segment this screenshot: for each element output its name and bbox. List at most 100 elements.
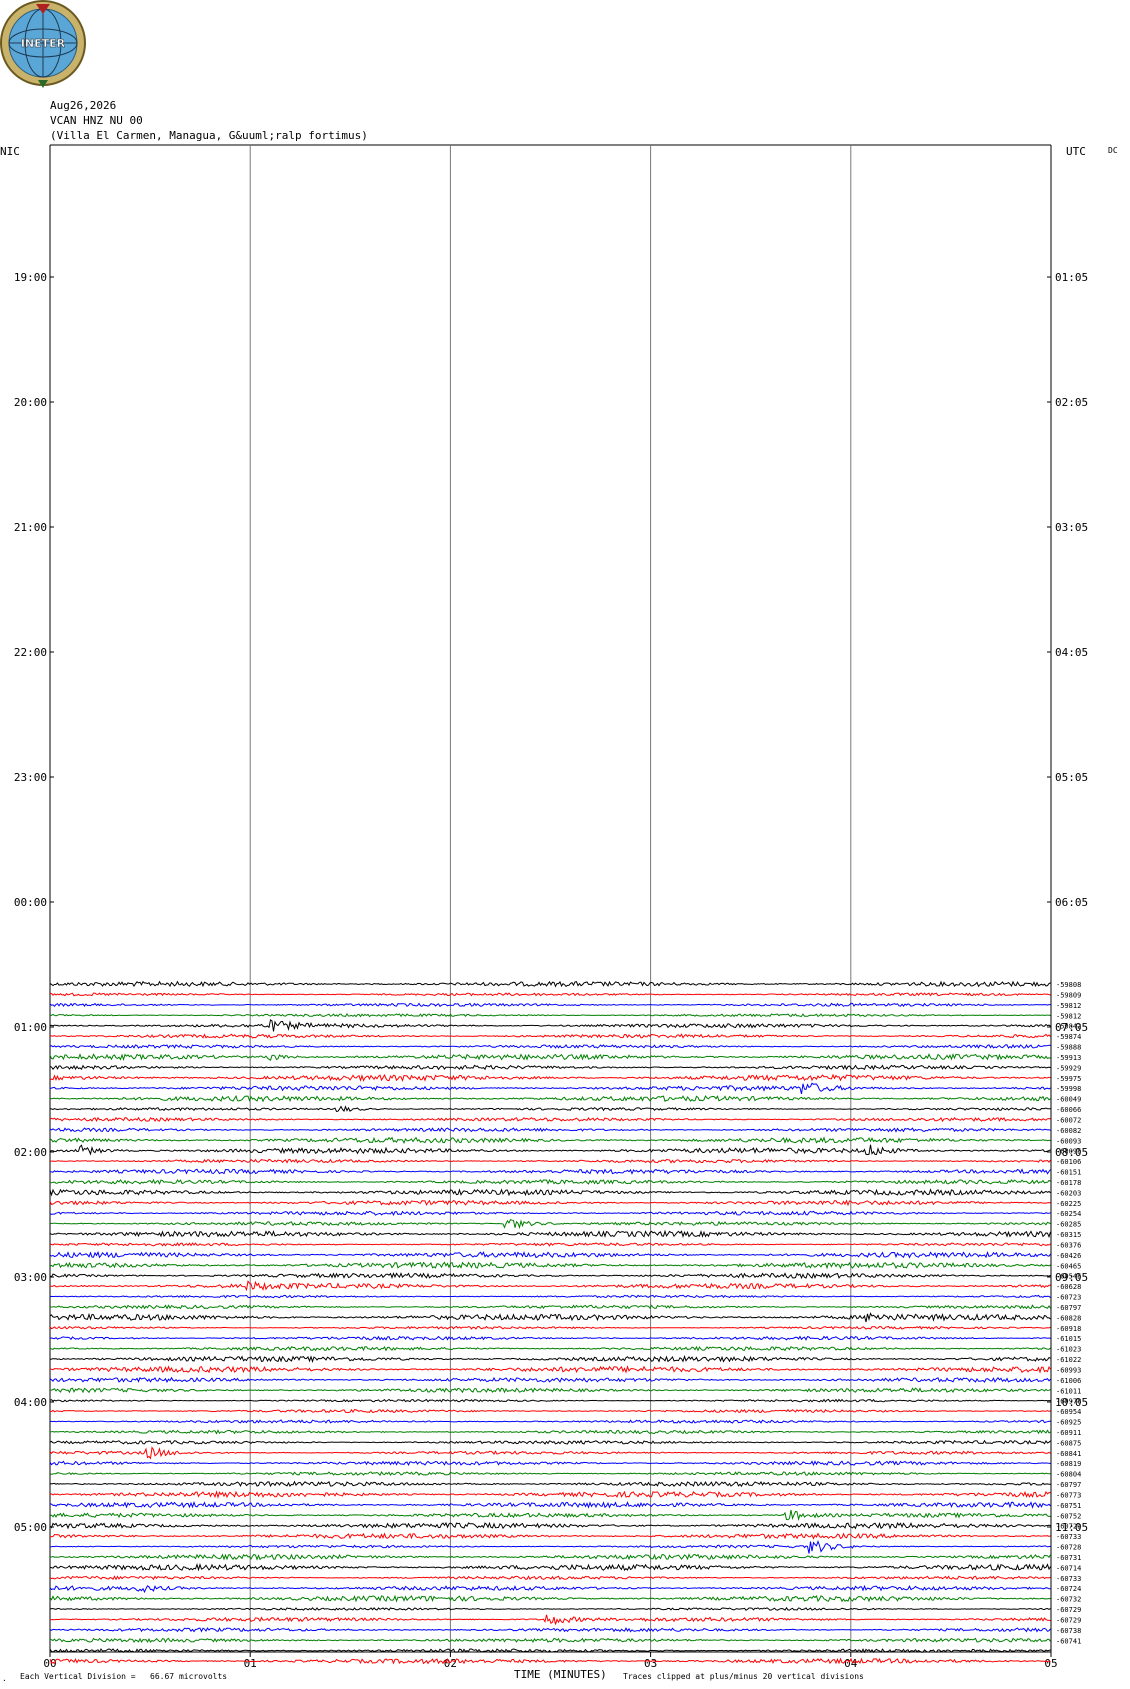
- trace-line: [49, 1261, 1051, 1270]
- trace-line: [49, 1594, 1051, 1603]
- trace-line: [49, 1210, 1051, 1217]
- trace-line: [49, 1019, 1051, 1032]
- left-time-label: 01:00: [14, 1021, 47, 1034]
- trace-dc-offset: -59888: [1056, 1044, 1081, 1052]
- trace-dc-offset: -60993: [1056, 1366, 1081, 1374]
- trace-dc-offset: -60151: [1056, 1169, 1081, 1177]
- trace-dc-offset: -60741: [1056, 1637, 1081, 1645]
- trace-dc-offset: -59975: [1056, 1075, 1081, 1083]
- trace-line: [49, 1158, 1051, 1164]
- trace-line: [49, 1127, 1051, 1133]
- right-time-label: 03:05: [1055, 521, 1088, 534]
- right-time-label: 02:05: [1055, 396, 1088, 409]
- trace-line: [49, 1657, 1051, 1665]
- corner-mark: ·: [2, 1676, 7, 1685]
- trace-line: [49, 1429, 1051, 1435]
- trace-line: [49, 1501, 1051, 1509]
- trace-line: [49, 1575, 1051, 1581]
- trace-line: [49, 1521, 1051, 1530]
- trace-line: [49, 1280, 1051, 1292]
- trace-line: [49, 1540, 1051, 1554]
- trace-dc-offset: -59913: [1056, 1054, 1081, 1062]
- trace-line: [49, 1446, 1051, 1460]
- trace-line: [49, 1325, 1051, 1330]
- left-time-label: 00:00: [14, 896, 47, 909]
- trace-dc-offset: -60628: [1056, 1283, 1081, 1291]
- right-time-label: 06:05: [1055, 896, 1088, 909]
- trace-line: [49, 1272, 1051, 1280]
- x-tick-label: 05: [1044, 1657, 1057, 1670]
- right-time-label: 05:05: [1055, 771, 1088, 784]
- trace-dc-offset: -61023: [1056, 1346, 1081, 1354]
- trace-dc-offset: -60049: [1056, 1096, 1081, 1104]
- trace-dc-offset: -61006: [1056, 1377, 1081, 1385]
- trace-dc-offset: -60729: [1056, 1616, 1081, 1624]
- right-time-label: 01:05: [1055, 271, 1088, 284]
- trace-line: [49, 1250, 1051, 1259]
- trace-dc-offset: -60426: [1056, 1252, 1081, 1260]
- clip-note: Traces clipped at plus/minus 20 vertical…: [623, 1672, 864, 1681]
- trace-line: [49, 992, 1051, 997]
- seismogram-plot: 00 01 02 03 04 0519:0020:0021:0022:0023:0000:…: [14, 144, 1088, 1670]
- trace-line: [49, 1033, 1051, 1039]
- trace-dc-offset: -59808: [1056, 981, 1081, 989]
- trace-dc-offset: -60729: [1056, 1523, 1081, 1531]
- trace-dc-offset: -59998: [1056, 1085, 1081, 1093]
- trace-dc-offset: -61022: [1056, 1356, 1081, 1364]
- trace-line: [49, 1354, 1051, 1363]
- trace-line: [49, 1398, 1051, 1403]
- trace-line: [49, 1408, 1051, 1414]
- trace-line: [49, 1335, 1051, 1341]
- trace-dc-offset: -60225: [1056, 1200, 1081, 1208]
- left-time-label: 23:00: [14, 771, 47, 784]
- left-time-label: 20:00: [14, 396, 47, 409]
- trace-line: [49, 1012, 1051, 1018]
- trace-dc-offset: -59874: [1056, 1033, 1081, 1041]
- trace-line: [49, 1144, 1051, 1156]
- trace-dc-offset: -59812: [1056, 1002, 1081, 1010]
- trace-line: [50, 1218, 1051, 1230]
- trace-dc-offset: -60066: [1056, 1106, 1081, 1114]
- trace-dc-offset: -60733: [1056, 1533, 1081, 1541]
- trace-line: [49, 1490, 1051, 1499]
- trace-dc-offset: -60978: [1056, 1398, 1081, 1406]
- trace-line: [49, 1242, 1051, 1247]
- trace-line: [49, 1419, 1051, 1424]
- trace-line: [50, 1178, 1051, 1186]
- trace-dc-offset: -59812: [1056, 1012, 1081, 1020]
- right-time-label: 04:05: [1055, 646, 1088, 659]
- trace-line: [49, 1199, 1051, 1207]
- left-time-label: 05:00: [14, 1521, 47, 1534]
- trace-line: [49, 1105, 1051, 1112]
- trace-dc-offset: -60465: [1056, 1262, 1081, 1270]
- trace-dc-offset: -60106: [1056, 1158, 1081, 1166]
- trace-line: [49, 1365, 1051, 1374]
- trace-line: [49, 1584, 1051, 1594]
- trace-line: [49, 1614, 1051, 1625]
- scale-note: Each Vertical Division = 66.67 microvolt…: [20, 1672, 228, 1681]
- trace-dc-offset: -60751: [1056, 1502, 1081, 1510]
- trace-line: [49, 1553, 1051, 1561]
- trace-line: [49, 1606, 1051, 1611]
- trace-line: [49, 1082, 1051, 1095]
- trace-dc-offset: -60732: [1056, 1596, 1081, 1604]
- x-tick-label: 02: [444, 1657, 457, 1670]
- x-tick-label: 03: [644, 1657, 657, 1670]
- trace-dc-offset: -60925: [1056, 1419, 1081, 1427]
- trace-line: [49, 1345, 1051, 1352]
- trace-line: [49, 980, 1051, 988]
- trace-dc-offset: -60773: [1056, 1491, 1081, 1499]
- trace-dc-offset: -60797: [1056, 1304, 1081, 1312]
- trace-line: [49, 1627, 1051, 1633]
- trace-line: [49, 1439, 1051, 1445]
- trace-line: [49, 1471, 1051, 1477]
- trace-dc-offset: -60797: [1056, 1481, 1081, 1489]
- trace-dc-offset: -60285: [1056, 1221, 1081, 1229]
- trace-dc-offset: -60954: [1056, 1408, 1081, 1416]
- trace-line: [49, 1053, 1051, 1062]
- trace-dc-offset: -60731: [1056, 1554, 1081, 1562]
- trace-dc-offset: -61015: [1056, 1335, 1081, 1343]
- trace-line: [49, 1168, 1051, 1175]
- trace-dc-offset: -60752: [1056, 1512, 1081, 1520]
- trace-line: [49, 1064, 1051, 1071]
